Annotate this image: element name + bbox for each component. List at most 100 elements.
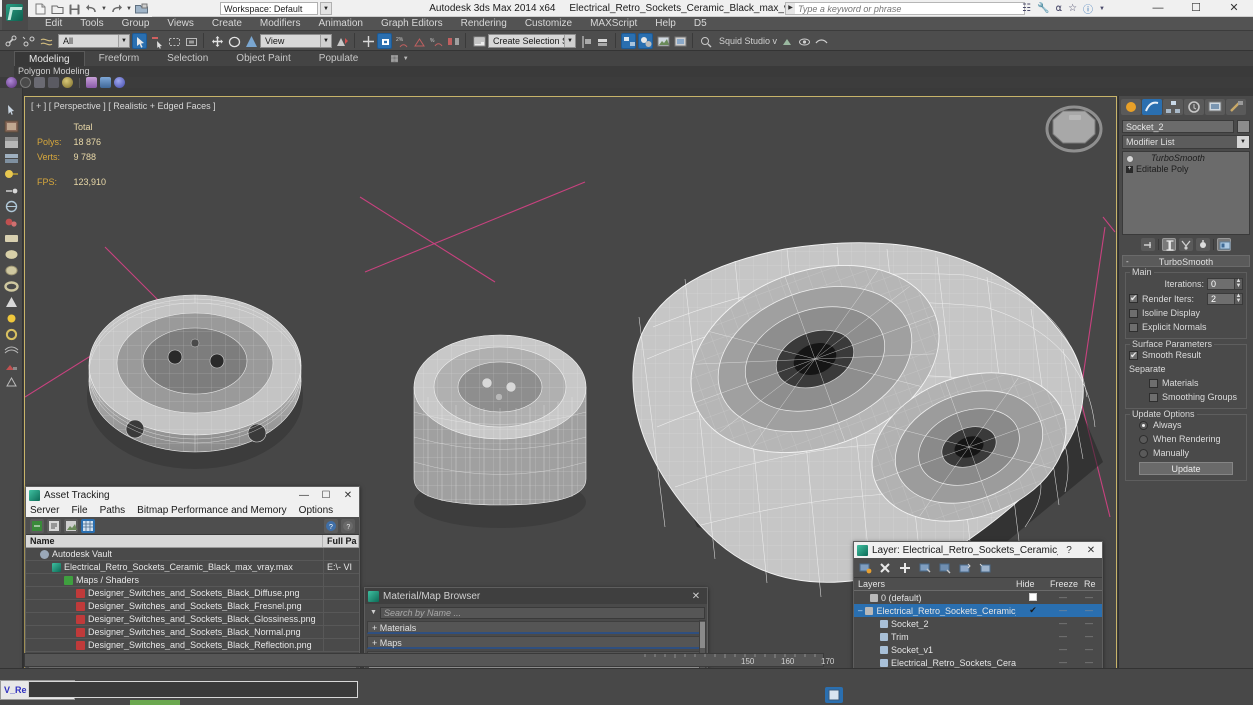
table-row[interactable]: Electrical_Retro_Sockets_Ceramic_Black_m… xyxy=(26,560,359,574)
cone-primitive-icon[interactable] xyxy=(3,295,20,310)
new-layer-icon[interactable] xyxy=(858,561,872,575)
hierarchy-tab[interactable] xyxy=(1163,99,1183,115)
smooth-result-checkbox[interactable] xyxy=(1129,350,1138,361)
add-layer-icon[interactable] xyxy=(898,561,912,575)
asset-tracking-titlebar[interactable]: Asset Tracking — ☐ ✕ xyxy=(26,487,359,503)
modifier-stack[interactable]: TurboSmooth + Editable Poly xyxy=(1122,151,1250,235)
asset-tracking-minimize-button[interactable]: — xyxy=(293,490,315,501)
window-crossing-icon[interactable] xyxy=(183,33,198,49)
collapse-icon[interactable]: - xyxy=(1126,256,1129,268)
asset-menu-file[interactable]: File xyxy=(71,505,87,516)
collapse-icon[interactable]: – xyxy=(858,606,862,615)
layer-hide-checkbox[interactable] xyxy=(1029,592,1037,601)
list-view-icon[interactable] xyxy=(47,518,61,533)
table-row[interactable]: Designer_Switches_and_Sockets_Black_Norm… xyxy=(26,625,359,639)
ribbon-chevron-down-icon[interactable]: ▼ xyxy=(403,56,409,62)
help-icon[interactable]: ? xyxy=(324,518,338,533)
star-icon[interactable]: ☆ xyxy=(1068,3,1077,14)
lightbulb-icon[interactable] xyxy=(1126,154,1134,163)
modify-tab[interactable] xyxy=(1142,99,1162,115)
menu-animation[interactable]: Animation xyxy=(309,17,371,31)
make-unique-icon[interactable] xyxy=(1179,238,1193,251)
help-dropdown-icon[interactable]: ▼ xyxy=(1099,6,1105,12)
layer-freeze-cell[interactable]: — xyxy=(1076,632,1102,641)
isoline-display-checkbox[interactable] xyxy=(1129,308,1138,318)
angle-snap-toggle-icon[interactable] xyxy=(377,32,392,49)
layer-hide-cell[interactable]: — xyxy=(1050,606,1076,615)
ribbon-tab-object-paint[interactable]: Object Paint xyxy=(222,51,304,66)
update-manually-row[interactable]: Manually xyxy=(1129,447,1243,459)
named-selection-sets-combo[interactable]: Create Selection Se ▼ xyxy=(488,33,576,48)
layer-column-hide[interactable]: Hide xyxy=(1012,578,1046,590)
asset-menu-paths[interactable]: Paths xyxy=(100,505,126,516)
reference-coordinate-combo[interactable]: View ▼ xyxy=(260,33,332,48)
select-and-rotate-icon[interactable] xyxy=(226,33,241,49)
full-interactivity-icon[interactable] xyxy=(114,77,125,88)
schematic-view-icon[interactable] xyxy=(621,32,636,49)
modifier-list-combo[interactable]: Modifier List ▼ xyxy=(1122,135,1250,149)
polygon-modeling-polygon-icon[interactable] xyxy=(48,77,59,88)
layer-hide-cell[interactable]: — xyxy=(1050,645,1076,654)
isoline-display-row[interactable]: Isoline Display xyxy=(1129,307,1243,319)
explicit-normals-row[interactable]: Explicit Normals xyxy=(1129,321,1243,333)
bind-space-warp-icon[interactable] xyxy=(38,33,53,49)
restore-button[interactable]: ☐ xyxy=(1177,0,1215,17)
subscription-icon[interactable]: ⍺ xyxy=(1055,3,1062,14)
separate-materials-checkbox[interactable] xyxy=(1149,378,1158,388)
render-iters-checkbox[interactable] xyxy=(1129,293,1138,304)
chevron-down-icon[interactable]: ▼ xyxy=(118,34,129,47)
render-setup-icon[interactable] xyxy=(655,33,670,49)
cylinder-primitive-icon[interactable] xyxy=(3,263,20,278)
show-end-result-icon[interactable] xyxy=(1162,238,1176,251)
delete-layer-icon[interactable] xyxy=(878,561,892,575)
light-lister-icon[interactable] xyxy=(3,167,20,182)
separate-materials-row[interactable]: Materials xyxy=(1129,377,1243,389)
configure-modifier-sets-icon[interactable] xyxy=(1217,238,1231,251)
iterations-spinner[interactable]: ▲ ▼ xyxy=(1235,277,1243,290)
select-by-name-icon[interactable] xyxy=(149,33,164,49)
repeat-last-icon[interactable] xyxy=(100,77,111,88)
minimize-button[interactable]: — xyxy=(1139,0,1177,17)
menu-graph-editors[interactable]: Graph Editors xyxy=(372,17,452,31)
close-button[interactable]: ✕ xyxy=(1215,0,1253,17)
remove-modifier-icon[interactable] xyxy=(1196,238,1210,251)
sphere-primitive-icon[interactable] xyxy=(3,247,20,262)
display-tab[interactable] xyxy=(1205,99,1225,115)
layer-hide-cell[interactable]: — xyxy=(1050,632,1076,641)
binoculars-icon[interactable]: ☷ xyxy=(1022,3,1031,14)
torus-primitive-icon[interactable] xyxy=(3,279,20,294)
separate-smoothing-groups-row[interactable]: Smoothing Groups xyxy=(1129,391,1243,403)
update-manually-radio[interactable] xyxy=(1139,448,1148,458)
layer-freeze-cell[interactable]: — xyxy=(1076,606,1102,615)
open-file-icon[interactable] xyxy=(50,2,65,16)
modifier-stack-item-editable-poly[interactable]: + Editable Poly xyxy=(1124,164,1248,175)
new-file-icon[interactable] xyxy=(33,2,48,16)
menu-create[interactable]: Create xyxy=(203,17,251,31)
help-icon[interactable]: ⓘ xyxy=(1083,1,1093,16)
edit-named-selection-icon[interactable]: % xyxy=(428,33,443,49)
layer-dialog-rows[interactable]: 0 (default) — — – Electrical_Retro_Socke… xyxy=(854,591,1102,671)
menu-customize[interactable]: Customize xyxy=(516,17,581,31)
chevron-down-icon[interactable]: ▼ xyxy=(564,34,575,47)
menu-rendering[interactable]: Rendering xyxy=(452,17,516,31)
select-and-move-icon[interactable] xyxy=(209,33,224,49)
select-object-icon[interactable] xyxy=(132,32,147,49)
ribbon-tab-freeform[interactable]: Freeform xyxy=(85,51,154,66)
rendered-frame-window-icon[interactable] xyxy=(672,33,687,49)
layer-hide-cell[interactable]: — xyxy=(1050,619,1076,628)
object-color-swatch[interactable] xyxy=(1237,120,1250,133)
asset-menu-bitmap-performance[interactable]: Bitmap Performance and Memory xyxy=(137,505,287,516)
maxscript-mini-listener[interactable] xyxy=(28,681,358,698)
ribbon-display-icon[interactable]: ▦ xyxy=(390,53,399,64)
percent-snap-icon[interactable]: 2% xyxy=(394,33,409,49)
layer-freeze-cell[interactable]: — xyxy=(1076,619,1102,628)
rectangular-selection-region-icon[interactable] xyxy=(166,33,181,49)
menu-maxscript[interactable]: MAXScript xyxy=(581,17,646,31)
material-browser-section-materials[interactable]: + Materials xyxy=(367,621,705,634)
time-ruler[interactable]: 150 160 170 xyxy=(24,653,834,667)
layer-hide-cell[interactable]: — xyxy=(1050,593,1076,602)
menu-tools[interactable]: Tools xyxy=(71,17,112,31)
select-and-scale-icon[interactable] xyxy=(243,33,258,49)
render-iters-spinner[interactable]: ▲ ▼ xyxy=(1235,292,1243,305)
plugin-icon-3[interactable] xyxy=(813,33,828,49)
